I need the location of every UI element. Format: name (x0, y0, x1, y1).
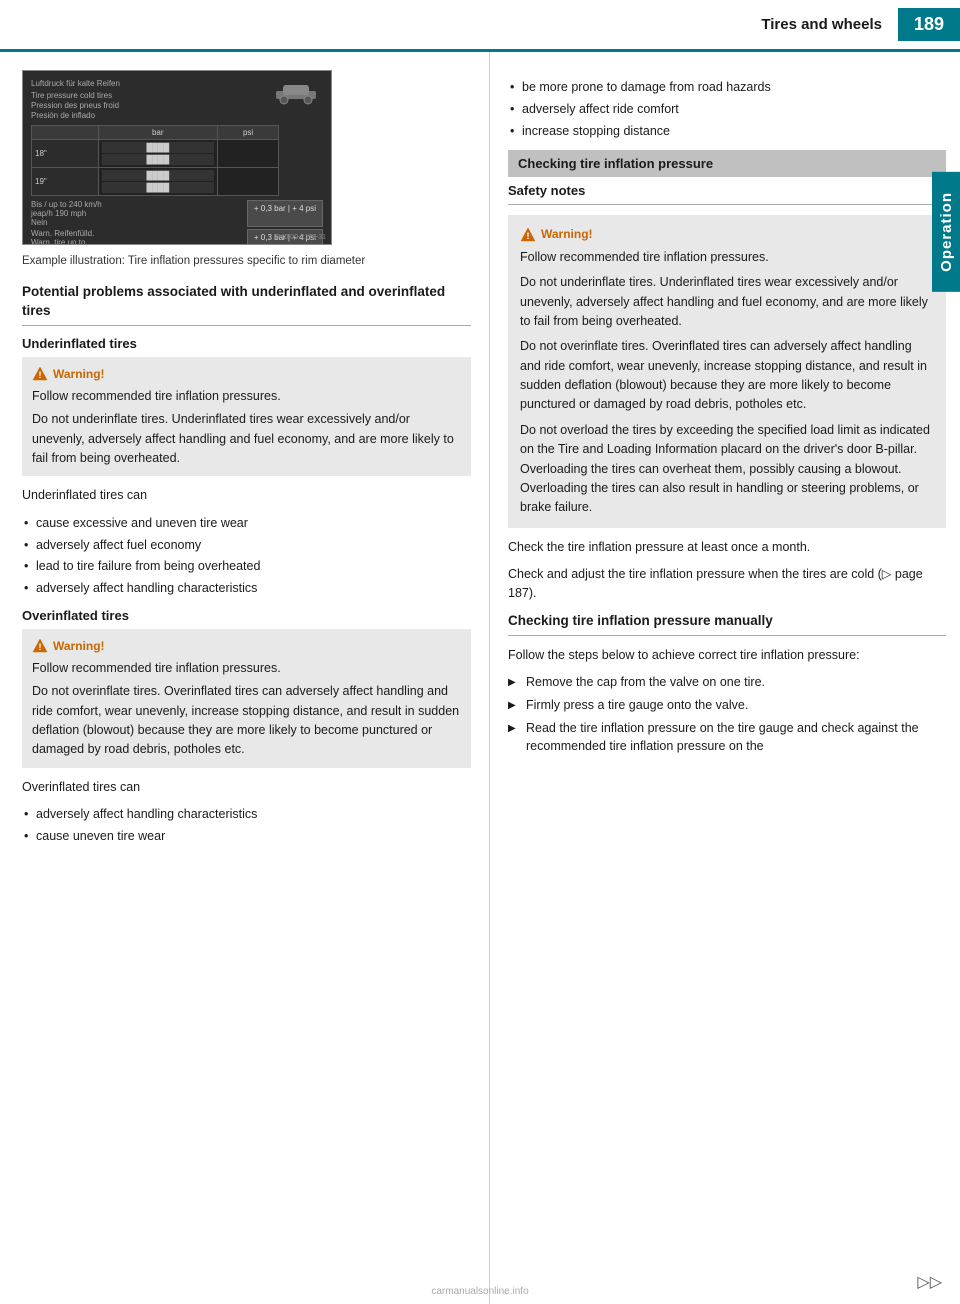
right-warning-para1: Follow recommended tire inflation pressu… (520, 248, 934, 267)
list-item: lead to tire failure from being overheat… (22, 557, 471, 576)
manually-steps: Remove the cap from the valve on one tir… (508, 673, 946, 756)
underinflated-heading: Underinflated tires (22, 336, 471, 351)
check-cold: Check and adjust the tire inflation pres… (508, 565, 946, 604)
right-warning-box: ! Warning! Follow recommended tire infla… (508, 215, 946, 527)
list-item: adversely affect ride comfort (508, 100, 946, 119)
page-number: 189 (898, 8, 960, 41)
overinflated-warning-line1: Follow recommended tire inflation pressu… (32, 659, 461, 678)
illustration-box: Luftdruck für kalte Reifen Tire pressure… (22, 70, 332, 245)
svg-text:!: ! (39, 642, 42, 652)
list-item: be more prone to damage from road hazard… (508, 78, 946, 97)
page-nav: ▷▷ (917, 1272, 942, 1292)
left-column: Luftdruck für kalte Reifen Tire pressure… (0, 52, 490, 1304)
header-title: Tires and wheels (0, 16, 898, 33)
list-item: cause uneven tire wear (22, 827, 471, 846)
right-warning-para3: Do not overinflate tires. Overinflated t… (520, 337, 934, 415)
warning-icon-2: ! (32, 638, 48, 654)
list-item: Remove the cap from the valve on one tir… (508, 673, 946, 692)
list-item: adversely affect handling characteristic… (22, 579, 471, 598)
overinflated-bullets: adversely affect handling characteristic… (22, 805, 471, 846)
right-column: be more prone to damage from road hazard… (490, 52, 960, 1304)
overinflated-intro: Overinflated tires can (22, 778, 471, 797)
page-header: Tires and wheels 189 (0, 0, 960, 52)
overinflated-warning-box: ! Warning! Follow recommended tire infla… (22, 629, 471, 768)
svg-text:!: ! (527, 231, 530, 241)
manually-intro: Follow the steps below to achieve correc… (508, 646, 946, 665)
watermark: carmanualsonline.info (431, 1286, 528, 1297)
list-item: increase stopping distance (508, 122, 946, 141)
underinflated-bullets: cause excessive and uneven tire wear adv… (22, 514, 471, 598)
right-warning-para4: Do not overload the tires by exceeding t… (520, 421, 934, 518)
warning-icon-1: ! (32, 366, 48, 382)
list-item: adversely affect fuel economy (22, 536, 471, 555)
list-item: cause excessive and uneven tire wear (22, 514, 471, 533)
list-item: Read the tire inflation pressure on the … (508, 719, 946, 757)
warning-icon-3: ! (520, 227, 536, 243)
right-warning-para2: Do not underinflate tires. Underinflated… (520, 273, 934, 331)
overinflated-warning-para: Do not overinflate tires. Overinflated t… (32, 682, 461, 760)
section-divider-2 (508, 204, 946, 205)
list-item: adversely affect handling characteristic… (22, 805, 471, 824)
overinflated-heading: Overinflated tires (22, 608, 471, 623)
check-monthly: Check the tire inflation pressure at lea… (508, 538, 946, 557)
svg-text:!: ! (39, 370, 42, 380)
list-item: Firmly press a tire gauge onto the valve… (508, 696, 946, 715)
underinflated-warning-line1: Follow recommended tire inflation pressu… (32, 387, 461, 406)
main-content: Luftdruck für kalte Reifen Tire pressure… (0, 52, 960, 1304)
underinflated-intro: Underinflated tires can (22, 486, 471, 505)
illustration-caption: Example illustration: Tire inflation pre… (22, 253, 471, 269)
potential-problems-heading: Potential problems associated with under… (22, 283, 471, 321)
side-tab-operation: Operation (932, 172, 960, 292)
underinflated-warning-para: Do not underinflate tires. Underinflated… (32, 410, 461, 468)
manually-heading: Checking tire inflation pressure manuall… (508, 612, 946, 631)
safety-notes-heading: Safety notes (508, 183, 946, 198)
checking-section-header: Checking tire inflation pressure (508, 150, 946, 177)
right-warning-title: ! Warning! (520, 225, 934, 244)
right-overinflated-bullets: be more prone to damage from road hazard… (508, 78, 946, 140)
underinflated-warning-box: ! Warning! Follow recommended tire infla… (22, 357, 471, 477)
section-divider-1 (22, 325, 471, 326)
section-divider-3 (508, 635, 946, 636)
underinflated-warning-title: ! Warning! (32, 365, 461, 383)
overinflated-warning-title: ! Warning! (32, 637, 461, 655)
